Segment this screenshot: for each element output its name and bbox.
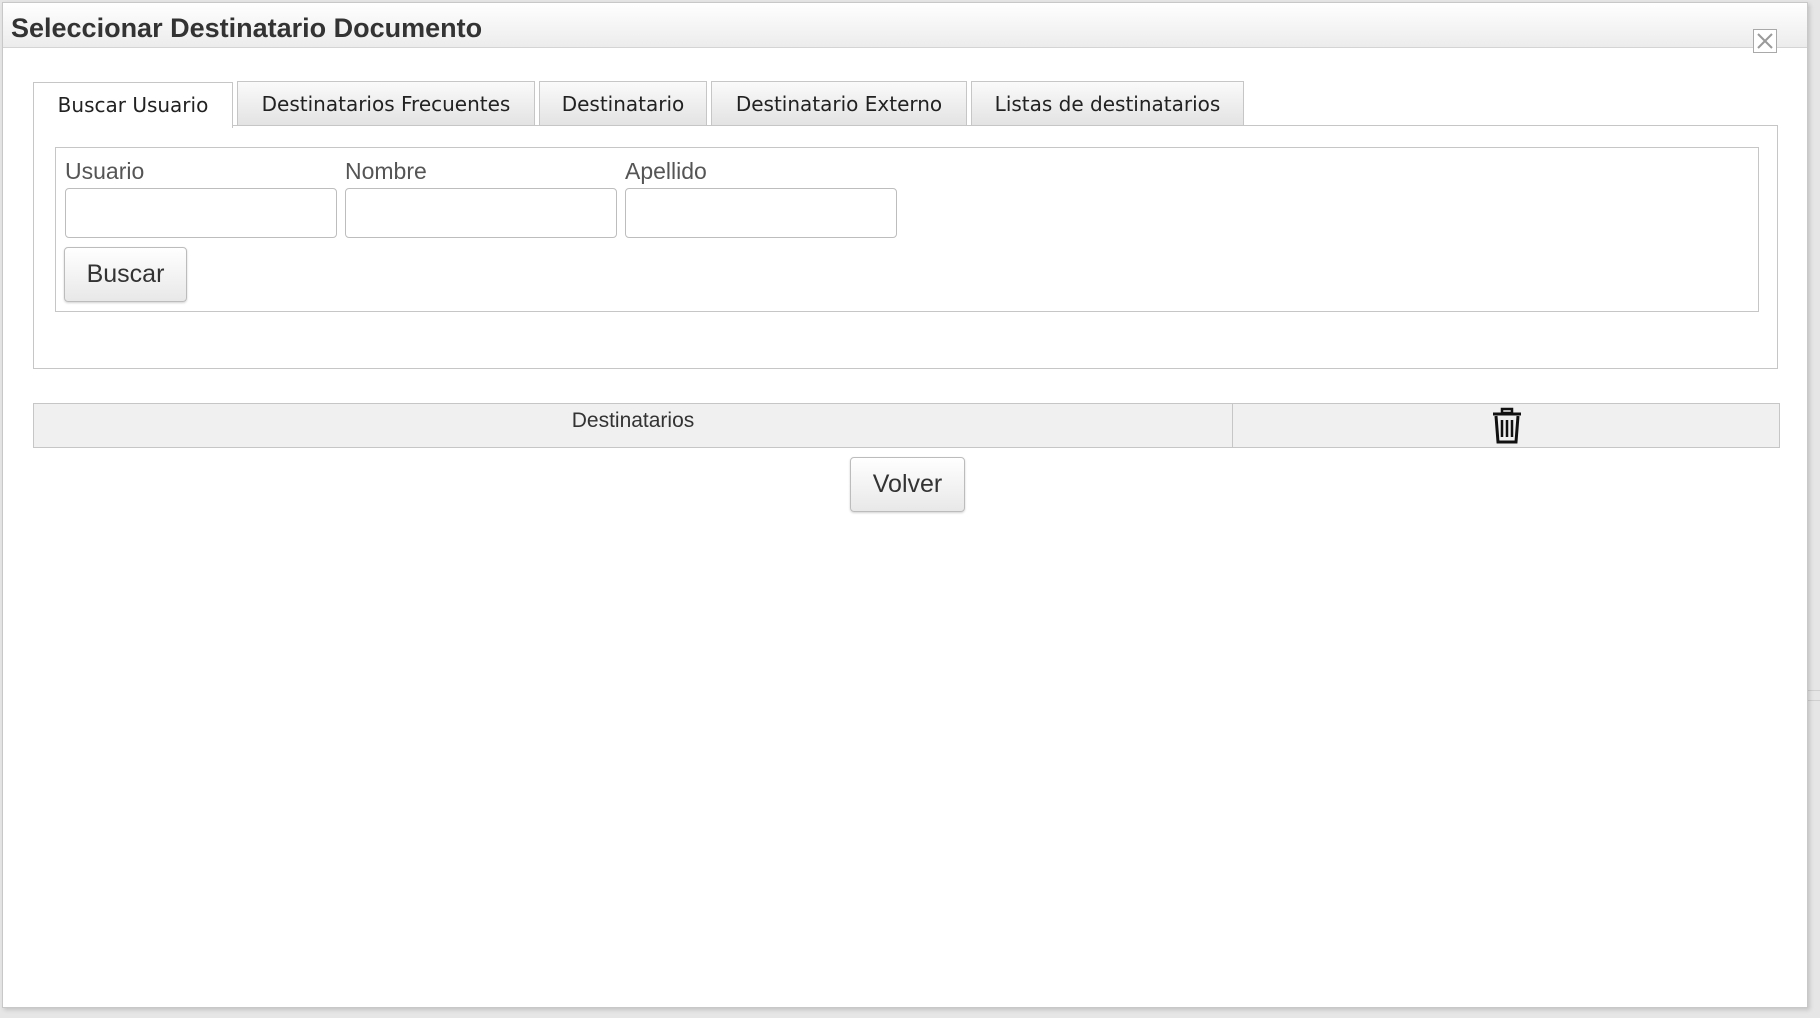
apellido-input[interactable] bbox=[625, 188, 897, 238]
select-recipient-dialog: Seleccionar Destinatario Documento Busca… bbox=[2, 2, 1808, 1008]
tab-destinatarios-frecuentes[interactable]: Destinatarios Frecuentes bbox=[237, 81, 535, 125]
close-icon bbox=[1757, 33, 1773, 49]
close-button[interactable] bbox=[1753, 29, 1777, 53]
recipients-header: Destinatarios bbox=[34, 404, 1233, 447]
delete-all-recipients-button[interactable] bbox=[1233, 404, 1779, 447]
dialog-title: Seleccionar Destinatario Documento bbox=[11, 13, 483, 43]
usuario-input[interactable] bbox=[65, 188, 337, 238]
tab-listas-destinatarios[interactable]: Listas de destinatarios bbox=[971, 81, 1244, 125]
user-search-form: Usuario Nombre Apellido Buscar bbox=[55, 147, 1759, 312]
background-divider bbox=[1808, 700, 1820, 701]
tab-destinatario-externo[interactable]: Destinatario Externo bbox=[711, 81, 967, 125]
dialog-titlebar: Seleccionar Destinatario Documento bbox=[3, 3, 1807, 48]
volver-button[interactable]: Volver bbox=[850, 457, 965, 512]
usuario-label: Usuario bbox=[65, 158, 145, 184]
tab-destinatario[interactable]: Destinatario bbox=[539, 81, 707, 125]
background-divider bbox=[1808, 690, 1820, 691]
apellido-label: Apellido bbox=[625, 158, 707, 184]
buscar-button[interactable]: Buscar bbox=[64, 247, 187, 302]
recipients-table: Destinatarios bbox=[33, 403, 1780, 448]
tab-buscar-usuario[interactable]: Buscar Usuario bbox=[33, 82, 233, 128]
nombre-label: Nombre bbox=[345, 158, 427, 184]
trash-icon bbox=[1493, 407, 1521, 444]
nombre-input[interactable] bbox=[345, 188, 617, 238]
tab-panel-buscar-usuario: Usuario Nombre Apellido Buscar bbox=[33, 125, 1778, 369]
